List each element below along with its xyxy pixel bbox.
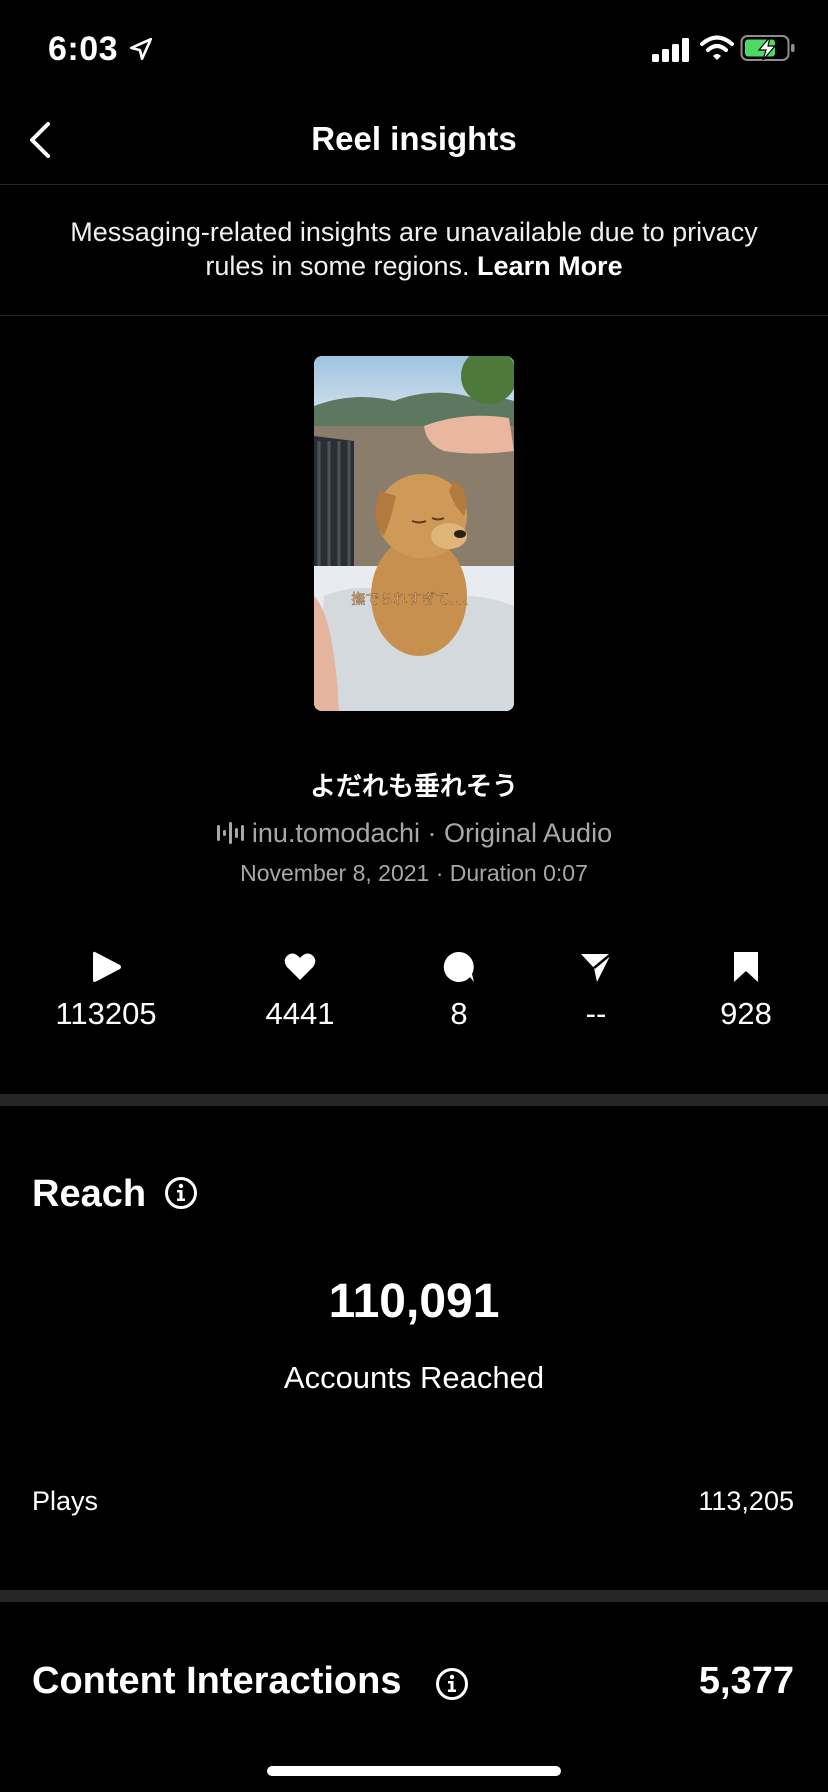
- engagement-stats: 113205 4441 8 -- 928: [0, 950, 828, 1050]
- privacy-notice: Messaging-related insights are unavailab…: [0, 185, 828, 316]
- stat-comments: 8: [379, 950, 539, 1032]
- content-interactions-info-icon[interactable]: [435, 1667, 469, 1701]
- bookmark-icon: [734, 952, 758, 982]
- plays-value: 113,205: [698, 1486, 794, 1516]
- audio-line[interactable]: inu.tomodachi · Original Audio: [0, 818, 828, 849]
- content-interactions-value: 5,377: [698, 1660, 794, 1702]
- stat-likes: 4441: [220, 950, 380, 1032]
- comment-icon: [443, 951, 474, 982]
- stat-saves: 928: [666, 950, 826, 1032]
- nav-header: Reel insights: [0, 100, 828, 185]
- stat-value: 928: [720, 996, 772, 1031]
- stat-value: 8: [450, 996, 468, 1031]
- status-time: 6:03: [48, 30, 119, 68]
- notice-text: Messaging-related insights are unavailab…: [60, 215, 768, 283]
- audio-label: inu.tomodachi · Original Audio: [251, 818, 613, 848]
- stat-value: 113205: [55, 996, 157, 1031]
- wifi-icon: [700, 35, 734, 60]
- home-indicator[interactable]: [267, 1766, 561, 1776]
- location-arrow-icon: [129, 37, 153, 61]
- reach-title: Reach: [32, 1173, 147, 1215]
- cellular-signal-icon: [652, 38, 689, 62]
- play-icon: [93, 951, 121, 982]
- reach-info-icon[interactable]: [164, 1176, 198, 1210]
- stat-value: 4441: [265, 996, 335, 1031]
- status-bar: 6:03: [0, 0, 828, 100]
- plays-label: Plays: [32, 1486, 99, 1516]
- section-divider: [0, 1590, 828, 1602]
- stat-shares: --: [516, 950, 676, 1032]
- reel-caption: よだれも垂れそう: [309, 771, 518, 801]
- stat-value: --: [585, 996, 607, 1031]
- reel-overlay-text: 撫でられすぎて、、、: [351, 592, 476, 608]
- heart-icon: [284, 953, 316, 980]
- section-divider: [0, 1094, 828, 1106]
- content-interactions-title: Content Interactions: [32, 1660, 402, 1702]
- battery-charging-icon: [740, 35, 795, 61]
- reel-meta: November 8, 2021 · Duration 0:07: [240, 860, 588, 886]
- learn-more-link[interactable]: Learn More: [477, 251, 623, 281]
- accounts-reached-value: 110,091: [328, 1275, 500, 1328]
- audio-waveform-icon: [216, 822, 244, 844]
- accounts-reached-label: Accounts Reached: [283, 1360, 545, 1395]
- page-title: Reel insights: [311, 120, 517, 157]
- reel-thumbnail[interactable]: 撫でられすぎて、、、: [314, 356, 514, 711]
- stat-plays: 113205: [26, 950, 186, 1032]
- notice-message: Messaging-related insights are unavailab…: [70, 217, 758, 281]
- share-icon: [581, 953, 612, 982]
